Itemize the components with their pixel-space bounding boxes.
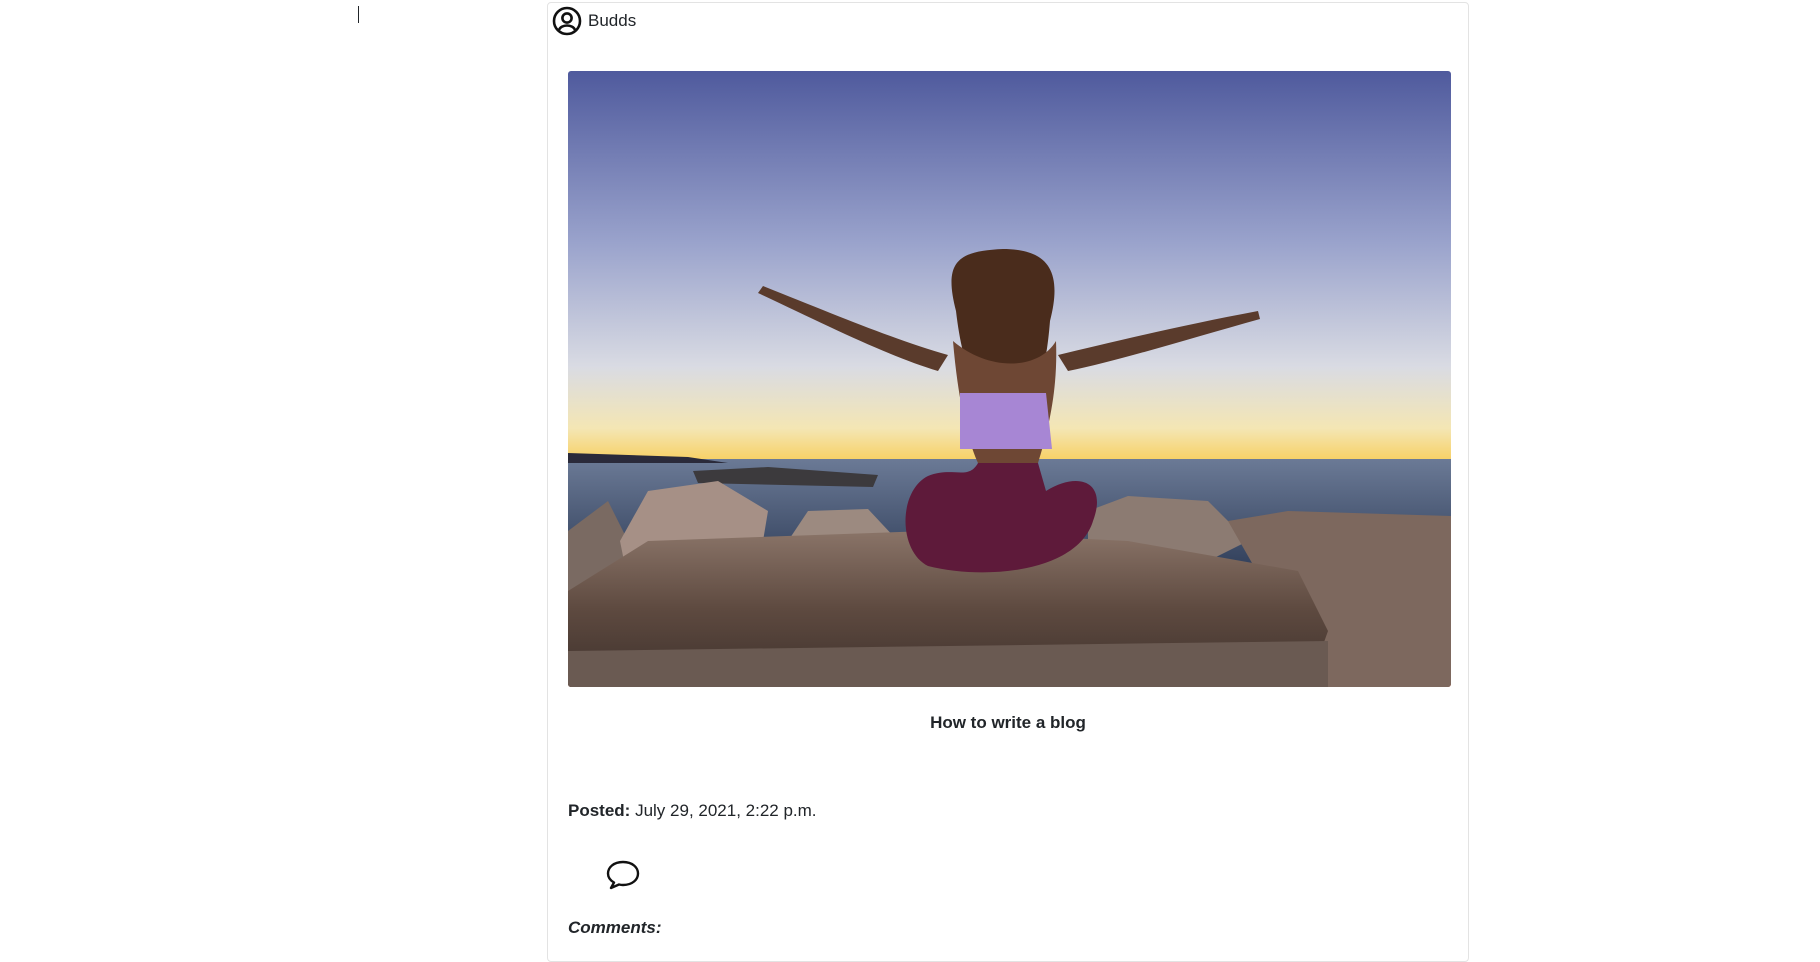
author-name[interactable]: Budds	[588, 11, 636, 31]
posted-label: Posted:	[568, 801, 631, 820]
post-card: Budds How to write a blog Posted: July 2…	[547, 2, 1469, 962]
speech-bubble-icon	[605, 859, 641, 896]
comment-button[interactable]	[603, 859, 643, 895]
post-meta: Posted: July 29, 2021, 2:22 p.m.	[568, 801, 817, 821]
posted-date: July 29, 2021, 2:22 p.m.	[635, 801, 817, 820]
post-title: How to write a blog	[930, 713, 1086, 732]
post-image	[568, 71, 1451, 687]
post-author[interactable]: Budds	[552, 6, 636, 36]
text-cursor	[358, 6, 359, 23]
user-circle-icon	[552, 6, 582, 36]
comments-heading: Comments:	[568, 918, 662, 937]
